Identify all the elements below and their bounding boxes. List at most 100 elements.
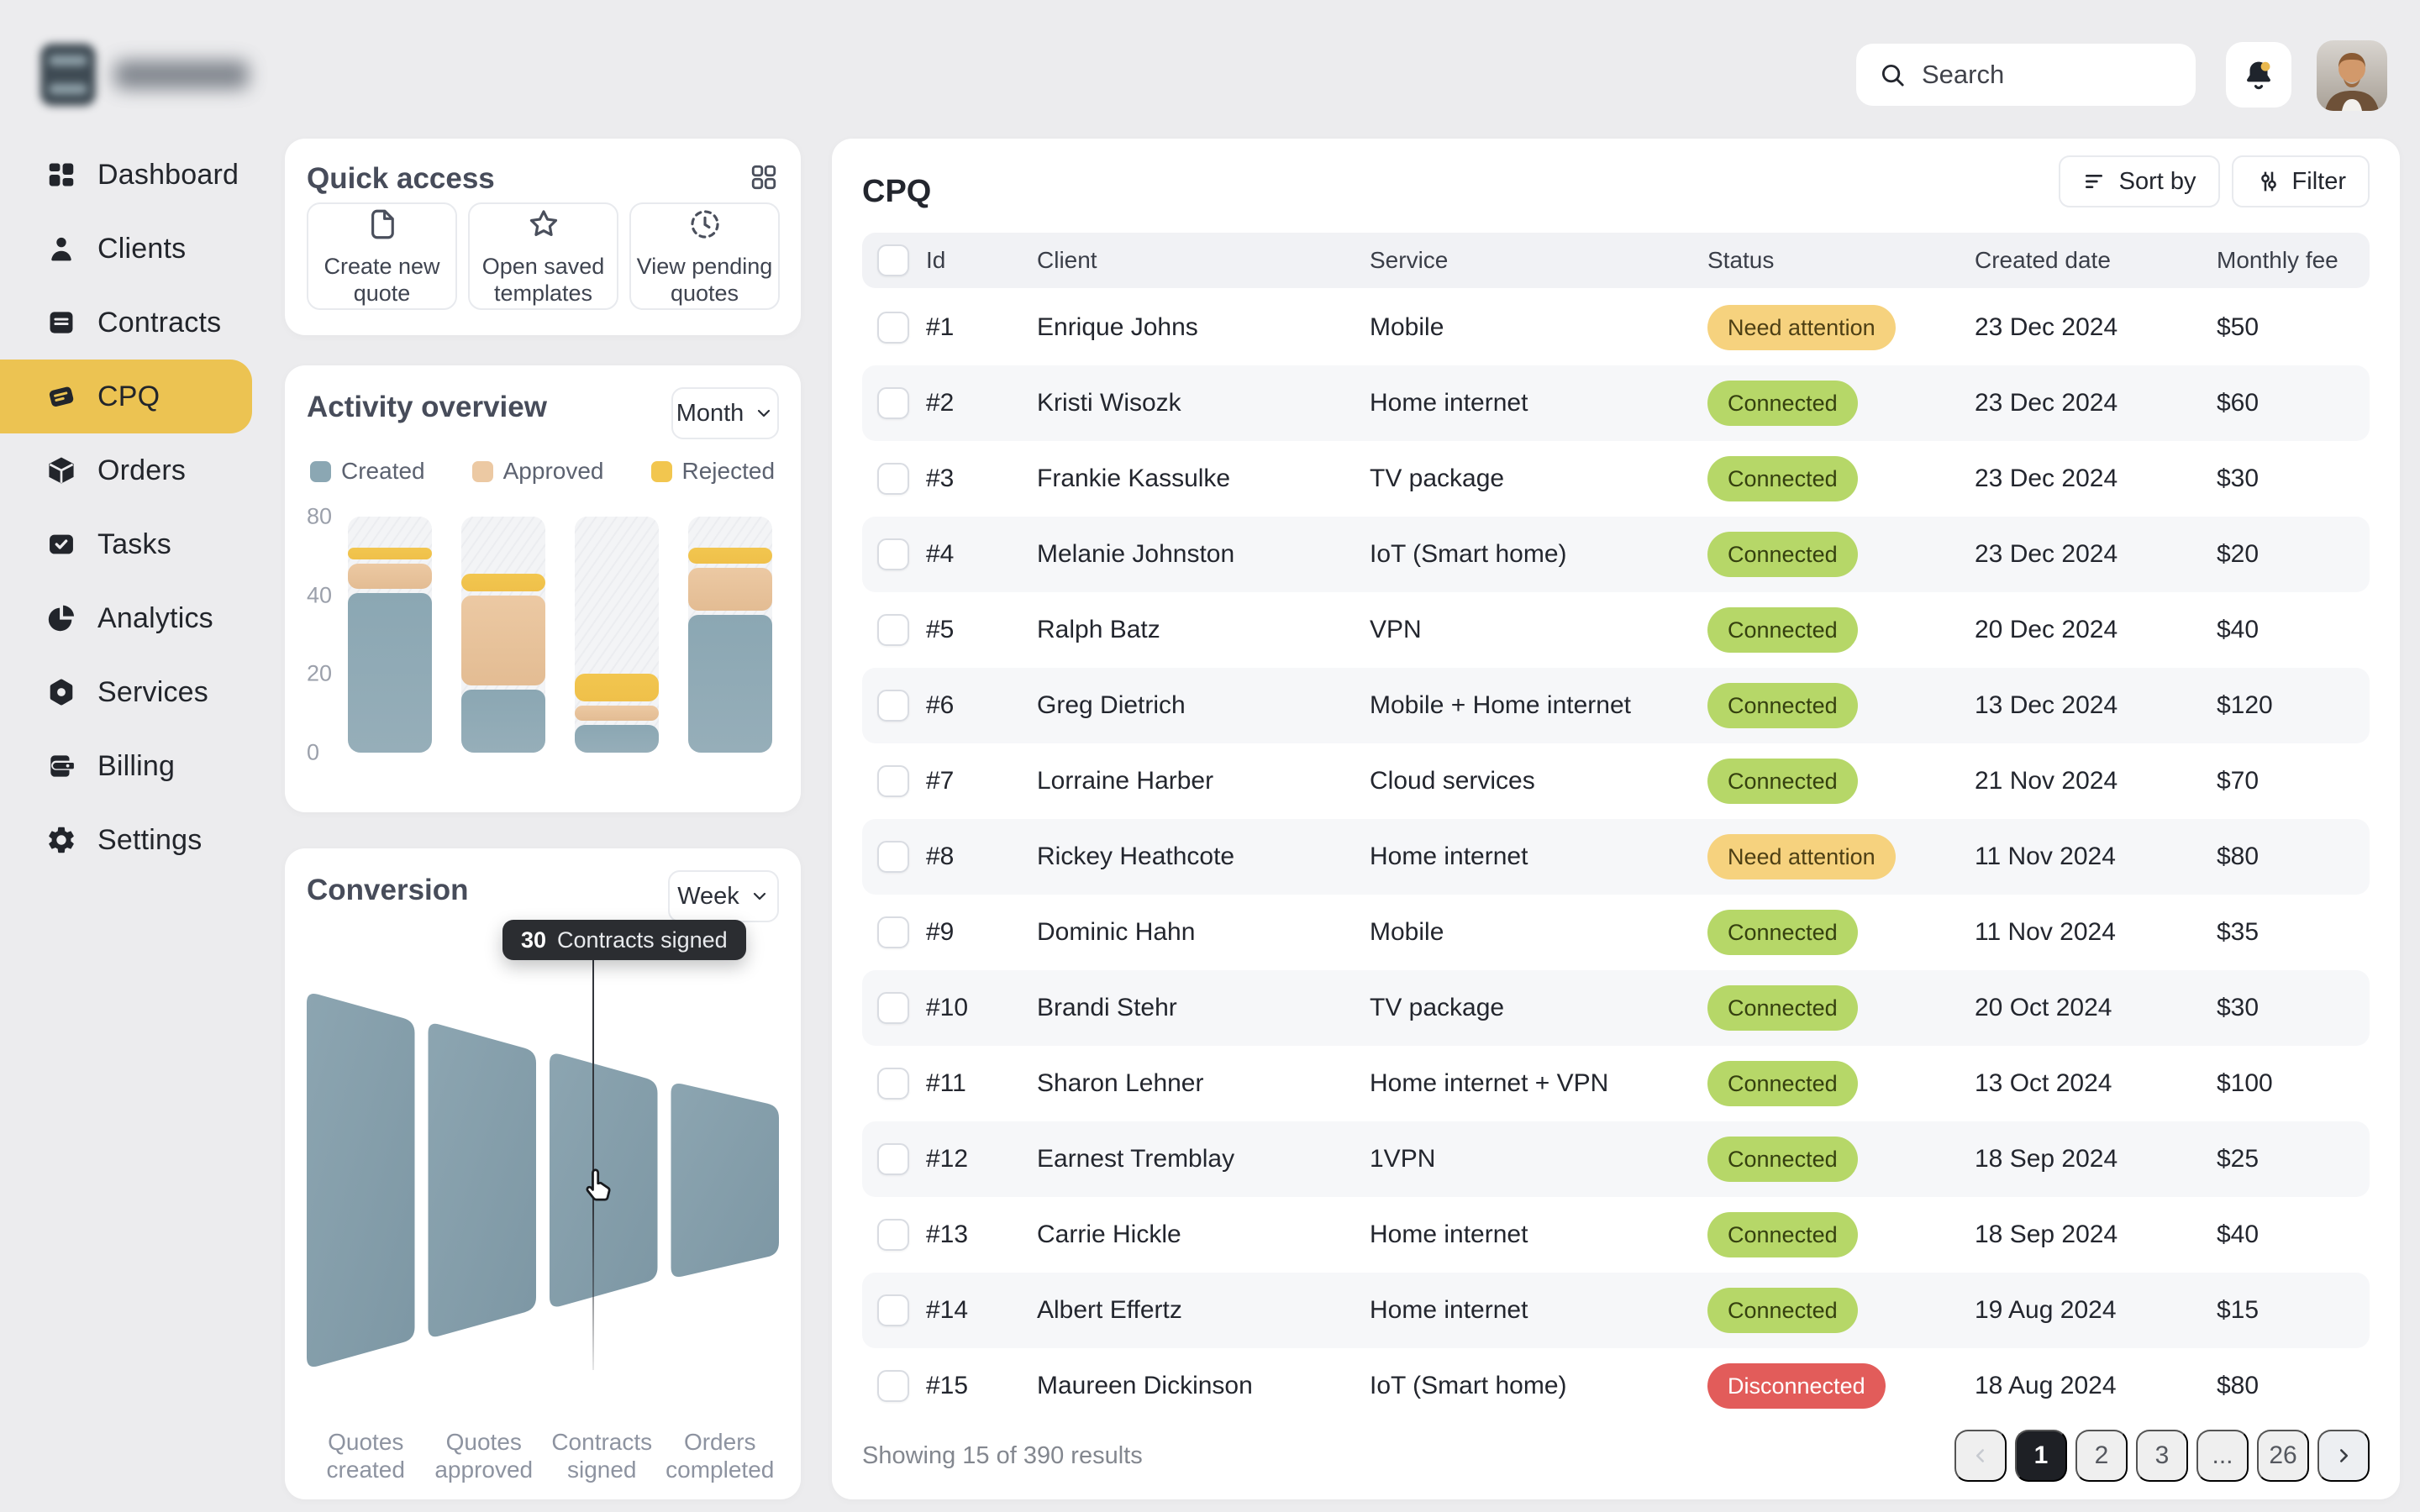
results-summary: Showing 15 of 390 results [862,1441,1143,1469]
funnel-segments[interactable] [307,983,779,1378]
cell-status: Connected [1707,1288,1975,1333]
legend-label: Created [341,458,425,484]
create-new-quote-button[interactable]: Create new quote [307,202,457,310]
search-input[interactable] [1922,60,2157,90]
sidebar-item-tasks[interactable]: Tasks [0,507,252,581]
select-all-checkbox[interactable] [877,244,909,276]
bar-track-week-1[interactable] [348,517,432,753]
sort-by-button[interactable]: Sort by [2058,155,2220,207]
funnel-segment-orders-completed[interactable] [671,1083,780,1278]
row-checkbox[interactable] [877,690,909,722]
sidebar-item-services[interactable]: Services [0,655,252,729]
conversion-card: Conversion Week 30 Contracts signed Quot… [285,848,801,1499]
table-row[interactable]: #6 Greg Dietrich Mobile + Home internet Con… [862,668,2370,743]
cell-id: #2 [926,389,955,417]
status-badge: Connected [1707,381,1858,426]
row-checkbox[interactable] [877,1219,909,1251]
table-row[interactable]: #3 Frankie Kassulke TV package Connected 23 … [862,441,2370,517]
cell-id: #15 [926,1372,969,1399]
table-row[interactable]: #4 Melanie Johnston IoT (Smart home) Connec… [862,517,2370,592]
view-pending-quotes-button[interactable]: View pending quotes [629,202,780,310]
row-checkbox[interactable] [877,765,909,797]
sidebar-item-clients[interactable]: Clients [0,212,252,286]
cell-monthly-fee: $40 [2217,616,2260,643]
sidebar-item-orders[interactable]: Orders [0,433,252,507]
row-checkbox[interactable] [877,538,909,570]
table-row[interactable]: #9 Dominic Hahn Mobile Connected 11 Nov 2024… [862,895,2370,970]
table-row[interactable]: #11 Sharon Lehner Home internet + VPN Conne… [862,1046,2370,1121]
table-row[interactable]: #2 Kristi Wisozk Home internet Connected 23 … [862,365,2370,441]
table-row[interactable]: #7 Lorraine Harber Cloud services Connected… [862,743,2370,819]
cell-client: Kristi Wisozk [1037,389,1181,417]
bar-track-week-4[interactable] [688,517,772,753]
page-button-3[interactable]: 3 [2136,1430,2188,1482]
sidebar-item-analytics[interactable]: Analytics [0,581,252,655]
cell-service: VPN [1370,616,1422,643]
table-row[interactable]: #1 Enrique Johns Mobile Need attention 23 De… [862,290,2370,365]
row-checkbox[interactable] [877,992,909,1024]
previous-page-button[interactable] [1954,1430,2007,1482]
cell-id: #9 [926,918,955,946]
cell-monthly-fee: $80 [2217,843,2260,870]
cell-service: Mobile [1370,313,1444,341]
row-checkbox[interactable] [877,614,909,646]
legend-item-rejected: Rejected [650,458,775,485]
row-checkbox[interactable] [877,1370,909,1402]
table-row[interactable]: #12 Earnest Tremblay 1VPN Connected 18 Sep 2… [862,1121,2370,1197]
page-button-26[interactable]: 26 [2257,1430,2309,1482]
grid-icon[interactable] [749,162,779,192]
user-avatar[interactable] [2317,40,2387,111]
open-saved-templates-button[interactable]: Open saved templates [468,202,618,310]
funnel-segment-quotes-created[interactable] [307,993,415,1368]
cell-created-date: 19 Aug 2024 [1975,1296,2117,1324]
notifications-button[interactable] [2226,42,2291,108]
sidebar-item-contracts[interactable]: Contracts [0,286,252,360]
row-checkbox[interactable] [877,1068,909,1100]
cell-service: TV package [1370,465,1505,492]
hand-cursor-icon [586,1168,611,1201]
cpq-table-card: CPQ Sort by Filter Id Client Service Status… [832,139,2400,1499]
row-checkbox[interactable] [877,463,909,495]
status-badge: Connected [1707,456,1858,501]
row-checkbox[interactable] [877,1294,909,1326]
sidebar-item-label: Settings [97,823,203,856]
row-checkbox[interactable] [877,387,909,419]
cell-client: Sharon Lehner [1037,1069,1204,1097]
table-row[interactable]: #5 Ralph Batz VPN Connected 20 Dec 2024 $40 [862,592,2370,668]
column-header-client: Client [1037,247,1097,273]
bar-segment-created [575,725,659,753]
next-page-button[interactable] [2317,1430,2370,1482]
quick-access-actions: Create new quote Open saved templates View… [307,202,780,310]
search-bar[interactable] [1856,44,2196,106]
status-badge: Connected [1707,1288,1858,1333]
quick-action-label: Open saved templates [481,253,605,306]
status-badge: Connected [1707,759,1858,804]
bar-track-week-3[interactable] [575,517,659,753]
row-checkbox[interactable] [877,1143,909,1175]
page-button-1[interactable]: 1 [2015,1430,2067,1482]
cell-client: Greg Dietrich [1037,691,1186,719]
bar-track-week-2[interactable] [461,517,545,753]
table-row[interactable]: #15 Maureen Dickinson IoT (Smart home) Disc… [862,1348,2370,1424]
row-checkbox[interactable] [877,916,909,948]
activity-period-select[interactable]: Month [671,387,779,439]
conversion-period-select[interactable]: Week [668,870,779,922]
cell-monthly-fee: $25 [2217,1145,2260,1173]
cell-service: Cloud services [1370,767,1535,795]
cell-client: Frankie Kassulke [1037,465,1231,492]
table-row[interactable]: #13 Carrie Hickle Home internet Connected 18… [862,1197,2370,1273]
table-row[interactable]: #10 Brandi Stehr TV package Connected 20 Oct… [862,970,2370,1046]
row-checkbox[interactable] [877,312,909,344]
sidebar-item-cpq[interactable]: CPQ [0,360,252,433]
table-row[interactable]: #8 Rickey Heathcote Home internet Need atte… [862,819,2370,895]
funnel-segment-quotes-approved[interactable] [428,1023,537,1337]
page-button-2[interactable]: 2 [2075,1430,2128,1482]
chevron-left-icon [1975,1449,1985,1462]
brand-logo [40,44,249,106]
filter-button[interactable]: Filter [2231,155,2370,207]
sidebar-item-billing[interactable]: Billing [0,729,252,803]
row-checkbox[interactable] [877,841,909,873]
sidebar-item-settings[interactable]: Settings [0,803,252,877]
sidebar-item-dashboard[interactable]: Dashboard [0,138,252,212]
table-row[interactable]: #14 Albert Effertz Home internet Connected 1… [862,1273,2370,1348]
